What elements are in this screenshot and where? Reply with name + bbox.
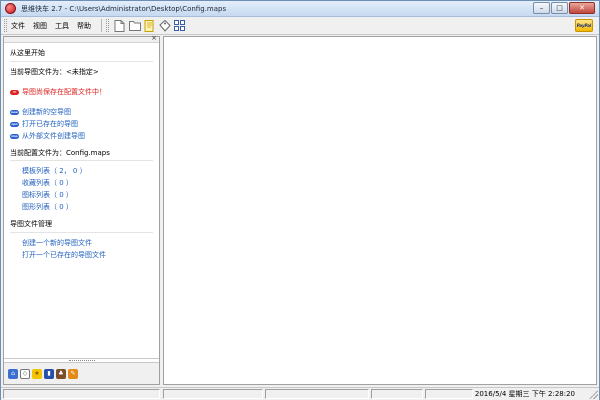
toolbar-grip[interactable] xyxy=(106,19,109,32)
section-divider xyxy=(10,232,153,233)
maximize-button[interactable]: □ xyxy=(551,2,568,14)
menu-file[interactable]: 文件 xyxy=(7,21,29,31)
panel-header: × xyxy=(4,35,159,43)
action-open-existing-map[interactable]: opn 打开已存在的导图 xyxy=(10,118,153,130)
window-controls: – □ ✕ xyxy=(533,2,595,14)
status-cell-5 xyxy=(425,389,473,399)
panel-content: 从这里开始 当前导图文件为：<未指定> !!! 导图尚保存在配置文件中！ new… xyxy=(4,43,159,261)
start-panel: × 从这里开始 当前导图文件为：<未指定> !!! 导图尚保存在配置文件中！ n… xyxy=(3,35,160,385)
current-file-label: 当前导图文件为：<未指定> xyxy=(10,68,99,76)
tag-icon[interactable]: ◇ xyxy=(20,368,30,379)
minimize-button[interactable]: – xyxy=(533,2,550,14)
menu-view[interactable]: 视图 xyxy=(29,21,51,31)
icon-list-link[interactable]: 图标列表（ 0 ） xyxy=(10,189,153,201)
create-new-map-file-link[interactable]: 创建一个新的导图文件 xyxy=(10,237,153,249)
settings-icon[interactable]: ✎ xyxy=(68,368,78,379)
paypal-button[interactable]: PayPal xyxy=(575,19,593,32)
map-canvas[interactable] xyxy=(163,36,597,385)
close-button[interactable]: ✕ xyxy=(569,2,595,14)
import-badge-icon: imp xyxy=(10,133,19,139)
file-management-title: 导图文件管理 xyxy=(10,220,52,228)
config-file-label: 当前配置文件为：Config.maps xyxy=(10,149,110,157)
start-title: 从这里开始 xyxy=(10,49,45,57)
panel-footer-toolbar: ⌂ ◇ ★ ▮ ♣ ✎ xyxy=(4,362,159,384)
status-cell-2 xyxy=(163,389,263,399)
panel-close-icon[interactable]: × xyxy=(151,35,157,42)
app-logo-icon[interactable] xyxy=(5,3,16,14)
warning-badge-icon: !!! xyxy=(10,89,19,95)
menu-toolbar-bar: 文件 视图 工具 帮助 PayPal xyxy=(1,17,599,35)
status-cell-4 xyxy=(371,389,423,399)
status-cell-1 xyxy=(3,389,160,399)
action-label: 从外部文件创建导图 xyxy=(22,132,85,140)
star-icon[interactable]: ★ xyxy=(32,368,42,379)
toolbar-separator xyxy=(101,19,102,32)
layout-icon[interactable] xyxy=(173,19,186,32)
new-file-icon[interactable] xyxy=(113,19,126,32)
open-existing-map-file-link[interactable]: 打开一个已存在的导图文件 xyxy=(10,249,153,261)
config-warning: !!! 导图尚保存在配置文件中！ xyxy=(10,86,153,98)
status-cell-3 xyxy=(265,389,369,399)
action-label: 打开已存在的导图 xyxy=(22,120,78,128)
action-create-from-external[interactable]: imp 从外部文件创建导图 xyxy=(10,130,153,142)
favorites-list-link[interactable]: 收藏列表（ 0 ） xyxy=(10,177,153,189)
edit-note-icon[interactable] xyxy=(143,19,156,32)
action-label: 创建新的空导图 xyxy=(22,108,71,116)
template-list-link[interactable]: 模板列表（ 2， 0 ） xyxy=(10,165,153,177)
action-create-empty-map[interactable]: new 创建新的空导图 xyxy=(10,106,153,118)
shape-list-link[interactable]: 图形列表（ 0 ） xyxy=(10,201,153,213)
menu-tools[interactable]: 工具 xyxy=(51,21,73,31)
book-icon[interactable]: ▮ xyxy=(44,368,54,379)
open-folder-icon[interactable] xyxy=(128,19,141,32)
menu-help[interactable]: 帮助 xyxy=(73,21,95,31)
shapes-icon[interactable]: ♣ xyxy=(56,368,66,379)
status-datetime: 2016/5/4 星期三 下午 2:28:20 xyxy=(474,390,575,398)
section-divider xyxy=(10,61,153,62)
status-bar: 2016/5/4 星期三 下午 2:28:20 xyxy=(1,387,599,400)
section-divider xyxy=(10,160,153,161)
window-title: 思维快车 2.7 - C:\Users\Administrator\Deskto… xyxy=(21,4,227,13)
new-badge-icon: new xyxy=(10,109,19,115)
tag-icon[interactable] xyxy=(158,19,171,32)
app-window: 思维快车 2.7 - C:\Users\Administrator\Deskto… xyxy=(0,0,600,400)
config-warning-text: 导图尚保存在配置文件中！ xyxy=(22,88,106,96)
home-icon[interactable]: ⌂ xyxy=(8,368,18,379)
resize-grip[interactable] xyxy=(589,390,598,399)
open-badge-icon: opn xyxy=(10,121,19,127)
title-bar[interactable]: 思维快车 2.7 - C:\Users\Administrator\Deskto… xyxy=(1,1,599,17)
